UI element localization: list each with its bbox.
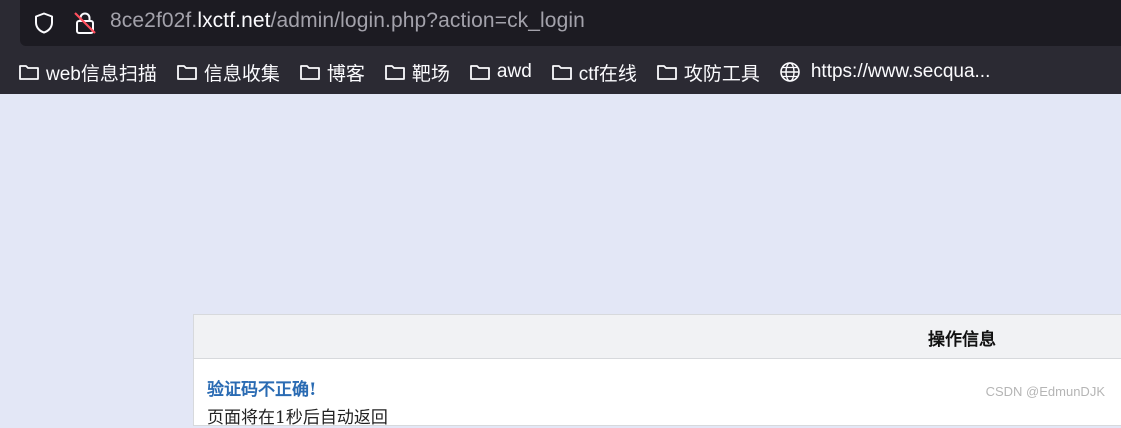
browser-toolbar: 8ce2f02f.lxctf.net/admin/login.php?actio… [0, 0, 1121, 94]
bookmark-label: web信息扫描 [46, 63, 157, 85]
bookmark-ctf-online[interactable]: ctf在线 [549, 54, 639, 90]
folder-icon [551, 65, 572, 80]
shield-icon[interactable] [32, 11, 56, 35]
folder-icon [19, 65, 39, 80]
url-path: /admin/login.php?action=ck_login [270, 9, 585, 32]
page-content: 操作信息 验证码不正确! 页面将在1秒后自动返回 CSDN @EdmunDJK [0, 94, 1121, 428]
bookmark-web-scan[interactable]: web信息扫描 [16, 54, 159, 90]
insecure-lock-icon[interactable] [72, 10, 98, 36]
bookmark-info-gathering[interactable]: 信息收集 [174, 54, 282, 90]
url-prefix: 8ce2f02f. [110, 9, 198, 32]
bookmark-label: 信息收集 [203, 63, 280, 85]
folder-icon [384, 65, 405, 80]
bookmark-attack-defense-tools[interactable]: 攻防工具 [654, 54, 762, 90]
folder-icon [176, 65, 197, 80]
bookmark-label: ctf在线 [578, 63, 637, 85]
globe-icon [780, 62, 800, 82]
bookmark-label: awd [496, 61, 532, 82]
bookmark-label: 攻防工具 [683, 63, 760, 85]
watermark: CSDN @EdmunDJK [985, 384, 1105, 399]
url-domain: lxctf.net [197, 9, 271, 32]
bookmark-label: 博客 [326, 63, 365, 85]
address-bar[interactable]: 8ce2f02f.lxctf.net/admin/login.php?actio… [20, 0, 1121, 46]
error-message: 验证码不正确! [207, 380, 317, 400]
bookmarks-toolbar: web信息扫描 信息收集 博客 靶场 awd ctf在线 攻防工具 https:… [0, 54, 1121, 90]
folder-icon [299, 65, 320, 80]
bookmark-secqua-link[interactable]: https://www.secqua... [777, 54, 993, 90]
bookmark-blog[interactable]: 博客 [297, 54, 367, 90]
folder-icon [656, 65, 677, 80]
bookmark-label: https://www.secqua... [810, 61, 991, 82]
url-text[interactable]: 8ce2f02f.lxctf.net/admin/login.php?actio… [110, 9, 585, 33]
folder-icon [470, 65, 490, 80]
bookmark-label: 靶场 [411, 63, 450, 85]
message-title: 操作信息 [928, 330, 996, 350]
bookmark-range[interactable]: 靶场 [382, 54, 452, 90]
redirect-notice: 页面将在1秒后自动返回 [207, 408, 388, 428]
message-panel: 操作信息 验证码不正确! 页面将在1秒后自动返回 [193, 314, 1121, 428]
message-header: 操作信息 [194, 315, 1121, 359]
bookmark-awd[interactable]: awd [467, 54, 534, 90]
